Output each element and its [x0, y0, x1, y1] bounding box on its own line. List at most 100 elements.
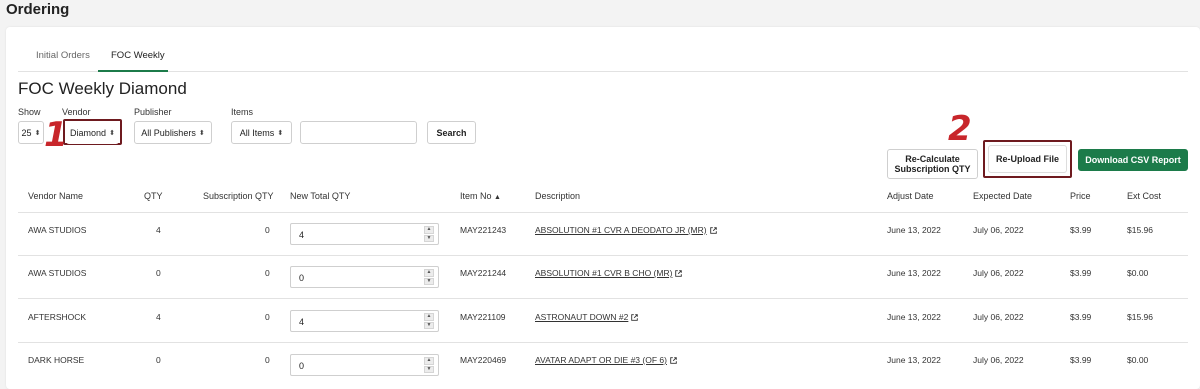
cell-price: $3.99 — [1070, 225, 1092, 235]
cell-item-no: MAY221109 — [460, 312, 506, 322]
new-total-qty-input[interactable]: 4 ▲ ▼ — [290, 310, 439, 332]
recalculate-line-2: Subscription QTY — [894, 164, 971, 174]
annotation-number-2: 2 — [948, 109, 972, 149]
select-arrows-icon: ⬍ — [198, 129, 205, 137]
description-link[interactable]: ABSOLUTION #1 CVR A DEODATO JR (MR) — [535, 225, 707, 235]
cell-adjust-date: June 13, 2022 — [887, 312, 941, 322]
cell-adjust-date: June 13, 2022 — [887, 225, 941, 235]
cell-subscription-qty: 0 — [265, 355, 270, 365]
stepper-up-icon[interactable]: ▲ — [424, 269, 434, 277]
cell-price: $3.99 — [1070, 268, 1092, 278]
new-total-qty-input[interactable]: 4 ▲ ▼ — [290, 223, 439, 245]
header-item-no-label: Item No — [460, 191, 492, 201]
cell-subscription-qty: 0 — [265, 225, 270, 235]
stepper-up-icon[interactable]: ▲ — [424, 226, 434, 234]
description-link[interactable]: ABSOLUTION #1 CVR B CHO (MR) — [535, 268, 672, 278]
cell-qty: 4 — [156, 225, 161, 235]
header-item-no[interactable]: Item No ▲ — [460, 191, 501, 201]
stepper-up-icon[interactable]: ▲ — [424, 313, 434, 321]
row-divider — [18, 342, 1188, 343]
sort-ascending-icon: ▲ — [494, 194, 501, 201]
header-subscription-qty[interactable]: Subscription QTY — [203, 191, 274, 201]
publisher-label: Publisher — [134, 107, 172, 117]
stepper-down-icon[interactable]: ▼ — [424, 277, 434, 285]
qty-stepper[interactable]: ▲ ▼ — [424, 357, 434, 373]
cell-description[interactable]: ABSOLUTION #1 CVR A DEODATO JR (MR) — [535, 225, 717, 235]
cell-vendor: AWA STUDIOS — [28, 268, 87, 278]
cell-vendor: AFTERSHOCK — [28, 312, 87, 322]
description-link[interactable]: ASTRONAUT DOWN #2 — [535, 312, 628, 322]
header-expected-date[interactable]: Expected Date — [973, 191, 1032, 201]
cell-subscription-qty: 0 — [265, 268, 270, 278]
header-description[interactable]: Description — [535, 191, 580, 201]
cell-vendor: DARK HORSE — [28, 355, 85, 365]
recalculate-line-1: Re-Calculate — [905, 154, 960, 164]
cell-item-no: MAY221244 — [460, 268, 507, 278]
cell-qty: 0 — [156, 355, 161, 365]
header-price[interactable]: Price — [1070, 191, 1091, 201]
show-label: Show — [18, 107, 41, 117]
search-input[interactable] — [300, 121, 417, 144]
search-button[interactable]: Search — [427, 121, 476, 144]
new-total-qty-value: 4 — [299, 317, 305, 327]
cell-price: $3.99 — [1070, 312, 1092, 322]
header-ext-cost[interactable]: Ext Cost — [1127, 191, 1161, 201]
cell-expected-date: July 06, 2022 — [973, 268, 1024, 278]
download-csv-report-button[interactable]: Download CSV Report — [1078, 149, 1188, 171]
cell-ext-cost: $15.96 — [1127, 225, 1153, 235]
vendor-select[interactable]: Diamond ⬍ — [66, 121, 119, 144]
new-total-qty-input[interactable]: 0 ▲ ▼ — [290, 354, 439, 376]
active-tab-indicator — [98, 70, 168, 72]
header-divider — [18, 212, 1188, 213]
cell-expected-date: July 06, 2022 — [973, 312, 1024, 322]
new-total-qty-value: 4 — [299, 230, 305, 240]
cell-expected-date: July 06, 2022 — [973, 355, 1024, 365]
cell-description[interactable]: ASTRONAUT DOWN #2 — [535, 312, 639, 322]
header-adjust-date[interactable]: Adjust Date — [887, 191, 934, 201]
cell-adjust-date: June 13, 2022 — [887, 355, 941, 365]
cell-price: $3.99 — [1070, 355, 1092, 365]
section-heading: FOC Weekly Diamond — [18, 79, 187, 98]
cell-description[interactable]: AVATAR ADAPT OR DIE #3 (OF 6) — [535, 355, 677, 365]
qty-stepper[interactable]: ▲ ▼ — [424, 269, 434, 285]
show-select-value: 25 — [21, 127, 32, 138]
stepper-up-icon[interactable]: ▲ — [424, 357, 434, 365]
cell-qty: 0 — [156, 268, 161, 278]
stepper-down-icon[interactable]: ▼ — [424, 234, 434, 242]
vendor-select-value: Diamond — [70, 127, 107, 138]
publisher-select[interactable]: All Publishers ⬍ — [134, 121, 212, 144]
cell-description[interactable]: ABSOLUTION #1 CVR B CHO (MR) — [535, 268, 683, 278]
cell-vendor: AWA STUDIOS — [28, 225, 87, 235]
qty-stepper[interactable]: ▲ ▼ — [424, 313, 434, 329]
description-link[interactable]: AVATAR ADAPT OR DIE #3 (OF 6) — [535, 355, 667, 365]
cell-ext-cost: $0.00 — [1127, 268, 1149, 278]
external-link-icon — [675, 270, 683, 278]
header-new-total-qty[interactable]: New Total QTY — [290, 191, 350, 201]
items-select-value: All Items — [239, 127, 275, 138]
stepper-down-icon[interactable]: ▼ — [424, 321, 434, 329]
header-vendor-name[interactable]: Vendor Name — [28, 191, 83, 201]
row-divider — [18, 255, 1188, 256]
header-qty[interactable]: QTY — [144, 191, 163, 201]
publisher-select-value: All Publishers — [141, 127, 196, 138]
show-select[interactable]: 25 ⬍ — [18, 121, 44, 144]
select-arrows-icon: ⬍ — [109, 129, 115, 137]
select-arrows-icon: ⬍ — [34, 129, 41, 137]
cell-ext-cost: $15.96 — [1127, 312, 1153, 322]
tab-foc-weekly[interactable]: FOC Weekly — [111, 50, 165, 61]
cell-item-no: MAY221243 — [460, 225, 507, 235]
stepper-down-icon[interactable]: ▼ — [424, 365, 434, 373]
recalculate-subscription-qty-button[interactable]: Re-Calculate Subscription QTY — [887, 149, 978, 179]
new-total-qty-input[interactable]: 0 ▲ ▼ — [290, 266, 439, 288]
select-arrows-icon: ⬍ — [277, 129, 284, 137]
reupload-file-button[interactable]: Re-Upload File — [988, 145, 1067, 173]
qty-stepper[interactable]: ▲ ▼ — [424, 226, 434, 242]
cell-expected-date: July 06, 2022 — [973, 225, 1024, 235]
cell-qty: 4 — [156, 312, 161, 322]
new-total-qty-value: 0 — [299, 273, 305, 283]
tab-bar: Initial Orders FOC Weekly — [18, 44, 1188, 72]
cell-item-no: MAY220469 — [460, 355, 507, 365]
tab-initial-orders[interactable]: Initial Orders — [36, 50, 90, 61]
items-select[interactable]: All Items ⬍ — [231, 121, 292, 144]
page-title: Ordering — [6, 1, 70, 18]
